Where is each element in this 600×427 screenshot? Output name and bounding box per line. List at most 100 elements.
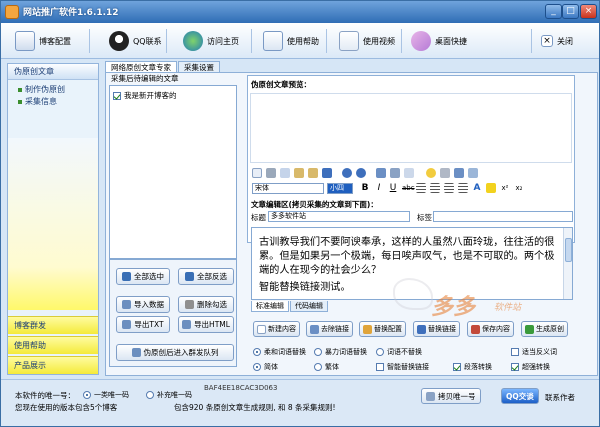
export-txt-button[interactable]: 导出TXT (116, 316, 170, 333)
delete-checked-button[interactable]: 删除勾选 (178, 296, 234, 313)
new-content-button[interactable]: 新建内容 (253, 321, 300, 337)
bullet-icon (18, 99, 22, 104)
export-html-button[interactable]: 导出HTML (178, 316, 234, 333)
checkbox[interactable] (511, 363, 519, 371)
checkbox[interactable] (453, 363, 461, 371)
desktop-shortcut-button[interactable]: 桌面快捷 (411, 28, 467, 54)
radio-secondary-code[interactable]: 补充唯一码 (146, 390, 192, 400)
align-left-icon[interactable] (416, 183, 426, 193)
copy-code-button[interactable]: 拷贝唯一号 (421, 388, 481, 404)
import-data-button[interactable]: 导入数据 (116, 296, 170, 313)
minimize-button[interactable]: _ (545, 4, 562, 19)
radio-primary-code[interactable]: 一类唯一码 (83, 390, 129, 400)
tab-code-edit[interactable]: 代码编辑 (290, 301, 328, 312)
toolbar-label: QQ联系 (133, 36, 162, 46)
source-icon[interactable] (468, 168, 478, 178)
app-window: 网站推广软件1.6.1.12 _ □ × 博客配置 QQ联系 访问主页 使用帮助… (0, 0, 600, 427)
select-all-button[interactable]: 全部选中 (116, 268, 170, 285)
bold-icon[interactable]: B (360, 183, 370, 193)
visit-homepage-button[interactable]: 访问主页 (183, 28, 239, 54)
sidebar-item-blog-mass-post[interactable]: 博客群发 (8, 316, 98, 334)
italic-icon[interactable]: I (374, 183, 384, 193)
option-violent-replace[interactable]: 暴力词语替换 (314, 347, 367, 357)
undo-icon[interactable] (342, 168, 352, 178)
underline-icon[interactable]: U (388, 183, 398, 193)
option-simplified[interactable]: 简体 (253, 362, 278, 372)
close-app-button[interactable]: × 关闭 (541, 28, 573, 54)
align-center-icon[interactable] (430, 183, 440, 193)
subscript-icon[interactable]: x₂ (514, 183, 524, 193)
radio-dot[interactable] (314, 363, 322, 371)
option-paragraph-convert[interactable]: 段落转换 (453, 362, 492, 372)
radio-dot[interactable] (83, 391, 91, 399)
font-name-select[interactable]: 宋体 (252, 182, 324, 194)
invert-selection-button[interactable]: 全部反选 (178, 268, 234, 285)
article-checkbox[interactable] (113, 91, 121, 100)
qq-chat-button[interactable]: QQ交谈 (501, 388, 539, 404)
copy-icon[interactable] (280, 168, 290, 178)
smiley-icon[interactable] (426, 168, 436, 178)
font-color-icon[interactable]: A (472, 183, 482, 193)
close-window-button[interactable]: × (580, 4, 597, 19)
paste-text-icon[interactable] (308, 168, 318, 178)
checkbox[interactable] (376, 363, 384, 371)
cut-icon[interactable] (266, 168, 276, 178)
sidebar-item-products[interactable]: 产品展示 (8, 356, 98, 374)
generate-original-button[interactable]: 生成原创 (521, 321, 568, 337)
checkbox[interactable] (511, 348, 519, 356)
radio-dot[interactable] (253, 348, 261, 356)
special-char-icon[interactable] (440, 168, 450, 178)
article-list[interactable]: 我是新开博客的 (109, 85, 237, 259)
highlight-icon[interactable] (486, 183, 496, 193)
list-icon[interactable] (458, 183, 468, 193)
superscript-icon[interactable]: x² (500, 183, 510, 193)
preview-area[interactable] (250, 93, 572, 163)
title-input[interactable]: 多多软件站 (268, 211, 410, 222)
option-smart-link[interactable]: 智能替换链接 (376, 362, 429, 372)
option-soft-replace[interactable]: 柔和词语替换 (253, 347, 306, 357)
radio-dot[interactable] (376, 348, 384, 356)
radio-dot[interactable] (314, 348, 322, 356)
font-size-select[interactable]: 小四 (327, 182, 353, 194)
editor-scrollbar[interactable] (563, 228, 572, 299)
option-no-replace[interactable]: 词语不替换 (376, 347, 422, 357)
window-title: 网站推广软件1.6.1.12 (23, 8, 119, 18)
new-icon (257, 324, 266, 334)
sidebar-item-help[interactable]: 使用帮助 (8, 336, 98, 354)
list-item[interactable]: 我是新开博客的 (113, 90, 177, 101)
remove-links-button[interactable]: 去除链接 (306, 321, 353, 337)
qq-contact-button[interactable]: QQ联系 (109, 28, 162, 54)
grid-icon (122, 272, 131, 281)
maximize-button[interactable]: □ (562, 4, 579, 19)
tab-standard-edit[interactable]: 标准编辑 (251, 301, 289, 312)
save-content-button[interactable]: 保存内容 (467, 321, 514, 337)
redo-icon[interactable] (356, 168, 366, 178)
sidebar-item-make-pseudo-original[interactable]: 制作伪原创 (8, 84, 98, 96)
blog-config-button[interactable]: 博客配置 (15, 28, 71, 54)
help-button[interactable]: 使用帮助 (263, 28, 319, 54)
tag-input[interactable] (433, 211, 573, 222)
video-tutorial-button[interactable]: 使用视频 (339, 28, 395, 54)
sidebar-section-title[interactable]: 伪原创文章 (8, 64, 98, 80)
hr-icon[interactable] (404, 168, 414, 178)
enqueue-button[interactable]: 伪原创后进入群发队列 (116, 344, 234, 361)
image-icon[interactable] (376, 168, 386, 178)
strikethrough-icon[interactable]: abc (402, 183, 415, 193)
button-label: 删除勾选 (197, 300, 227, 309)
link-icon[interactable] (454, 168, 464, 178)
option-traditional[interactable]: 繁体 (314, 362, 339, 372)
option-antonym[interactable]: 适当反义词 (511, 347, 557, 357)
doc-icon[interactable] (252, 168, 262, 178)
scroll-thumb[interactable] (565, 238, 572, 262)
export-icon (122, 320, 132, 329)
table-icon[interactable] (390, 168, 400, 178)
radio-dot[interactable] (253, 363, 261, 371)
radio-dot[interactable] (146, 391, 154, 399)
sidebar-item-collect-info[interactable]: 采集信息 (8, 96, 98, 108)
replace-config-button[interactable]: 替换配置 (359, 321, 406, 337)
replace-links-button[interactable]: 替换链接 (413, 321, 460, 337)
align-right-icon[interactable] (444, 183, 454, 193)
paste-icon[interactable] (294, 168, 304, 178)
option-super-convert[interactable]: 超强转换 (511, 362, 550, 372)
paste-word-icon[interactable] (322, 168, 332, 178)
